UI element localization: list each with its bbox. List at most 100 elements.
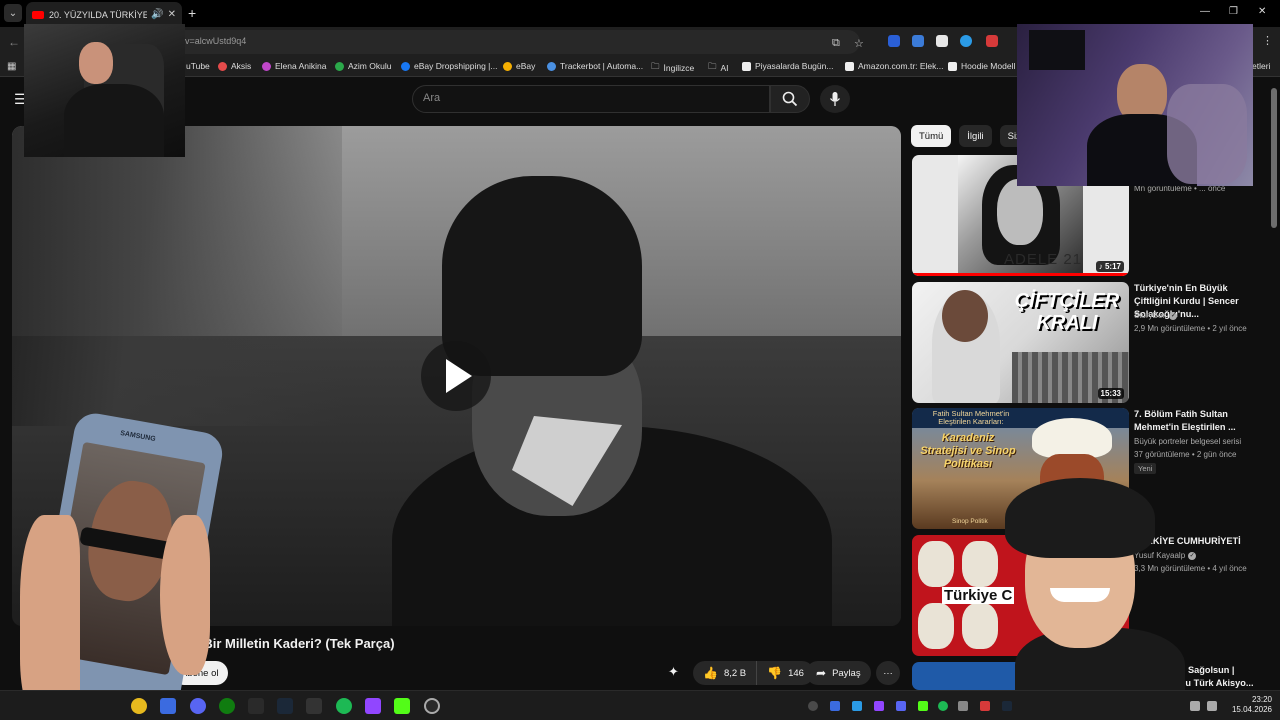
app-icon[interactable] — [160, 698, 176, 714]
meme-overlay — [995, 478, 1185, 720]
bookmark-elena-anikina[interactable]: Elena Anikina — [262, 61, 327, 71]
voice-search-button[interactable] — [820, 85, 850, 113]
bookmark-hoodie[interactable]: Hoodie Modell — [948, 61, 1015, 71]
bookmark-aksis[interactable]: Aksis — [218, 61, 251, 71]
bookmark-star-icon[interactable]: ☆ — [854, 37, 864, 50]
tab-search-button[interactable]: ⌄ — [4, 4, 22, 22]
app-icon[interactable] — [306, 698, 322, 714]
discord-icon[interactable] — [190, 698, 206, 714]
dislike-count: 146 — [788, 667, 804, 679]
tray-icon[interactable] — [896, 701, 906, 711]
chrome-icon[interactable] — [131, 698, 147, 714]
thumbnail-text: ÇİFTÇİLER KRALI — [1014, 290, 1120, 334]
filter-chips: Tümü İlgili Siz — [911, 125, 1029, 147]
browser-tab-strip: ⌄ 20. YÜZYILDA TÜRKİYE TAR 🔊 ✕ + — ❐ ✕ — [0, 0, 1280, 27]
verified-icon: ✓ — [1169, 311, 1178, 320]
like-count: 8,2 B — [723, 667, 747, 679]
os-taskbar: 23:20 15.04.2026 — [0, 690, 1280, 720]
like-dislike-group: 👍 8,2 B 👎 146 — [693, 661, 814, 685]
install-app-icon[interactable]: ⧉ — [832, 37, 840, 50]
url-text: ?v=alcwUstd9q4 — [180, 36, 247, 46]
new-tab-button[interactable]: + — [188, 5, 196, 21]
search-button[interactable] — [770, 85, 810, 113]
restore-icon[interactable]: ❐ — [1229, 6, 1238, 17]
video-thumbnail[interactable]: ÇİFTÇİLER KRALI 15:33 — [912, 282, 1129, 403]
thumbnail-text: Fatih Sultan Mehmet'in Eleştirilen Karar… — [932, 409, 1010, 426]
clock-date: 15.04.2026 — [1231, 705, 1272, 714]
phone-overlay: SAMSUNG — [20, 410, 226, 720]
tray-icon[interactable] — [874, 701, 884, 711]
share-arrow-icon: ➦ — [816, 666, 827, 680]
close-tab-icon[interactable]: ✕ — [168, 9, 176, 20]
chip-related[interactable]: İlgili — [959, 125, 992, 147]
like-button[interactable]: 👍 8,2 B — [693, 661, 758, 685]
channel-name: StoryBox ✓ — [1134, 311, 1178, 320]
search-box — [412, 85, 770, 113]
page-scrollbar[interactable] — [1271, 88, 1277, 228]
video-title: 7. Bölüm Fatih Sultan Mehmet'in Eleştiri… — [1134, 409, 1236, 432]
thumbnail-text: Karadeniz Stratejisi ve Sinop Politikası — [920, 432, 1016, 470]
browser-menu-icon[interactable]: ⋮ — [1262, 34, 1273, 47]
bookmark-folder-ingilizce[interactable]: 🗀 İngilizce — [651, 61, 694, 75]
back-arrow-icon[interactable]: ← — [8, 35, 20, 49]
tray-icon[interactable] — [938, 701, 948, 711]
bookmark-ebay[interactable]: eBay — [503, 61, 535, 71]
extension-icon[interactable] — [936, 35, 948, 47]
verified-icon: ✓ — [1188, 551, 1197, 560]
bookmark-youtube[interactable]: uTube — [186, 61, 210, 71]
tray-icon[interactable] — [918, 701, 928, 711]
epic-games-icon[interactable] — [248, 698, 264, 714]
translate-extension-icon[interactable] — [912, 35, 924, 47]
tray-icon[interactable] — [1002, 701, 1012, 711]
more-horizontal-icon: ··· — [883, 667, 893, 679]
kick-icon[interactable] — [394, 698, 410, 714]
bookmark-amazon[interactable]: Amazon.com.tr: Elek... — [845, 61, 944, 71]
microphone-icon — [829, 92, 841, 106]
bookmark-azim-okulu[interactable]: Azim Okulu — [335, 61, 391, 71]
speaker-icon[interactable]: 🔊 — [151, 9, 163, 20]
system-clock[interactable]: 23:20 15.04.2026 — [1222, 695, 1272, 715]
thumbs-up-icon: 👍 — [703, 666, 718, 680]
extension-icon[interactable] — [960, 35, 972, 47]
play-icon — [446, 359, 472, 393]
video-meta: 2,9 Mn görüntüleme • 2 yıl önce — [1134, 324, 1247, 333]
minimize-icon[interactable]: — — [1200, 6, 1210, 17]
bookmark-folder-ai[interactable]: 🗀 AI — [708, 61, 729, 75]
webcam-overlay — [24, 24, 185, 157]
close-window-icon[interactable]: ✕ — [1258, 6, 1266, 17]
webcam-overlay — [1017, 24, 1253, 186]
duration-badge: ♪ 5:17 — [1095, 261, 1124, 272]
steam-icon[interactable] — [277, 698, 293, 714]
thumbs-down-icon: 👎 — [767, 666, 783, 680]
xbox-icon[interactable] — [219, 698, 235, 714]
more-actions-button[interactable]: ··· — [876, 661, 900, 685]
bookmark-piyasalarda[interactable]: Piyasalarda Bugün... — [742, 61, 833, 71]
tab-title: 20. YÜZYILDA TÜRKİYE TAR — [49, 9, 148, 20]
bookmark-trackerbot[interactable]: Trackerbot | Automa... — [547, 61, 643, 71]
extension-icon[interactable] — [986, 35, 998, 47]
thumbnail-text: ADELE 21 — [1004, 251, 1083, 268]
search-icon — [782, 91, 798, 107]
apps-grid-icon[interactable]: ▦ — [7, 61, 16, 72]
twitch-icon[interactable] — [365, 698, 381, 714]
youtube-favicon-icon — [32, 10, 44, 19]
clock-time: 23:20 — [1251, 695, 1272, 704]
tray-icon[interactable] — [852, 701, 862, 711]
search-input[interactable] — [423, 92, 723, 104]
extension-icon[interactable] — [888, 35, 900, 47]
tray-icon[interactable] — [980, 701, 990, 711]
tray-icon[interactable] — [808, 701, 818, 711]
chip-all[interactable]: Tümü — [911, 125, 952, 147]
bookmark-other[interactable]: etleri — [1252, 61, 1270, 71]
sparkle-ask-icon[interactable]: ✦ — [668, 664, 679, 680]
network-icon[interactable] — [1190, 701, 1200, 711]
spotify-icon[interactable] — [336, 698, 352, 714]
obs-icon[interactable] — [424, 698, 440, 714]
share-button[interactable]: ➦ Paylaş — [806, 661, 871, 685]
volume-icon[interactable] — [1207, 701, 1217, 711]
bookmark-ebay-dropshipping[interactable]: eBay Dropshipping |... — [401, 61, 497, 71]
tray-icon[interactable] — [830, 701, 840, 711]
tray-icon[interactable] — [958, 701, 968, 711]
play-button[interactable] — [421, 341, 491, 411]
new-badge: Yeni — [1134, 463, 1157, 474]
